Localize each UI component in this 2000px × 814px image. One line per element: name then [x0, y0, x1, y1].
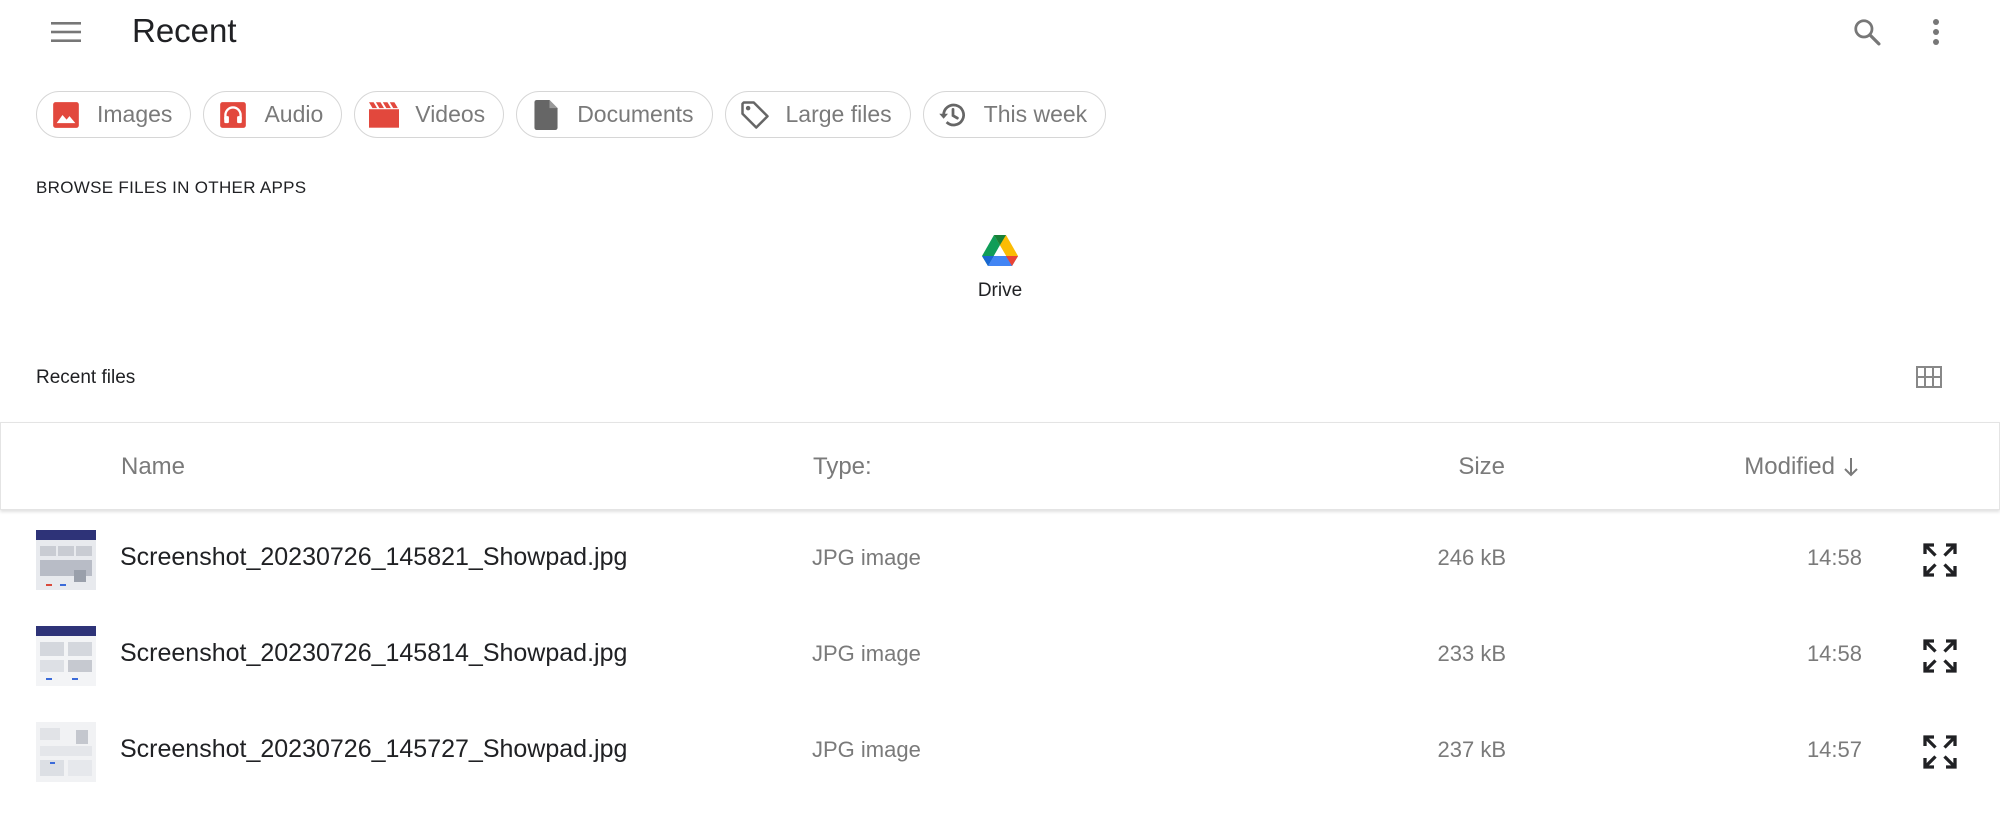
movie-icon: [369, 100, 400, 130]
chip-audio[interactable]: Audio: [203, 91, 343, 138]
history-icon: [938, 100, 968, 130]
file-modified: 14:58: [1806, 641, 1862, 666]
chip-label: Large files: [785, 101, 892, 127]
top-app-bar: Recent: [0, 0, 2000, 64]
preview-button[interactable]: [1918, 730, 1962, 774]
fullscreen-icon: [1923, 735, 1957, 769]
file-row[interactable]: Screenshot_20230726_145727_Showpad.jpg J…: [0, 704, 2000, 800]
file-table-header: Name Type: Size Modified: [0, 422, 2000, 510]
chip-large-files[interactable]: Large files: [724, 91, 911, 138]
page-title: Recent: [132, 12, 237, 49]
preview-button[interactable]: [1918, 634, 1962, 678]
file-name: Screenshot_20230726_145727_Showpad.jpg: [120, 735, 628, 763]
file-modified: 14:58: [1806, 545, 1862, 570]
file-size: 237 kB: [1437, 737, 1507, 762]
chip-documents[interactable]: Documents: [516, 91, 713, 138]
tag-icon: [740, 100, 770, 130]
column-header-modified-label: Modified: [1744, 453, 1835, 480]
chip-label: Images: [97, 101, 173, 127]
chip-label: Audio: [264, 101, 324, 127]
fullscreen-icon: [1923, 543, 1957, 577]
more-vert-icon: [1933, 19, 1939, 45]
search-icon: [1854, 19, 1881, 46]
file-name: Screenshot_20230726_145821_Showpad.jpg: [120, 543, 628, 571]
chip-this-week[interactable]: This week: [922, 91, 1107, 138]
hamburger-menu-icon: [51, 22, 81, 42]
file-modified: 14:57: [1806, 737, 1862, 762]
file-type: JPG image: [812, 737, 921, 762]
menu-button[interactable]: [46, 14, 86, 50]
column-header-size[interactable]: Size: [1458, 453, 1505, 481]
file-name: Screenshot_20230726_145814_Showpad.jpg: [120, 639, 628, 667]
drive-app-button[interactable]: Drive: [950, 234, 1050, 324]
category-chips: Images Audio Videos Documents Large file…: [36, 91, 1107, 139]
chip-images[interactable]: Images: [36, 91, 192, 138]
file-thumbnail: [36, 722, 96, 782]
more-options-button[interactable]: [1918, 12, 1954, 52]
chip-label: Documents: [577, 101, 694, 127]
chip-label: This week: [983, 101, 1088, 127]
chip-label: Videos: [415, 101, 486, 127]
headphones-icon: [218, 100, 248, 130]
preview-button[interactable]: [1918, 538, 1962, 582]
drive-label: Drive: [977, 280, 1023, 301]
grid-view-toggle[interactable]: [1914, 362, 1944, 392]
document-icon: [531, 99, 561, 130]
column-header-modified[interactable]: Modified: [1744, 453, 1859, 481]
image-icon: [51, 100, 81, 130]
chip-videos[interactable]: Videos: [354, 91, 505, 138]
google-drive-icon: [982, 235, 1018, 266]
file-size: 246 kB: [1437, 545, 1507, 570]
column-header-name[interactable]: Name: [121, 453, 185, 481]
recent-files-heading: Recent files: [36, 367, 136, 388]
arrow-down-icon: [1844, 458, 1858, 477]
file-thumbnail: [36, 626, 96, 686]
fullscreen-icon: [1923, 639, 1957, 673]
browse-other-apps-heading: BROWSE FILES IN OTHER APPS: [36, 178, 307, 197]
file-size: 233 kB: [1437, 641, 1507, 666]
search-button[interactable]: [1846, 12, 1888, 52]
file-row[interactable]: Screenshot_20230726_145821_Showpad.jpg J…: [0, 512, 2000, 608]
column-header-type[interactable]: Type:: [813, 453, 872, 481]
file-type: JPG image: [812, 545, 921, 570]
grid-view-icon: [1916, 366, 1942, 388]
file-row[interactable]: Screenshot_20230726_145814_Showpad.jpg J…: [0, 608, 2000, 704]
file-type: JPG image: [812, 641, 921, 666]
file-thumbnail: [36, 530, 96, 590]
